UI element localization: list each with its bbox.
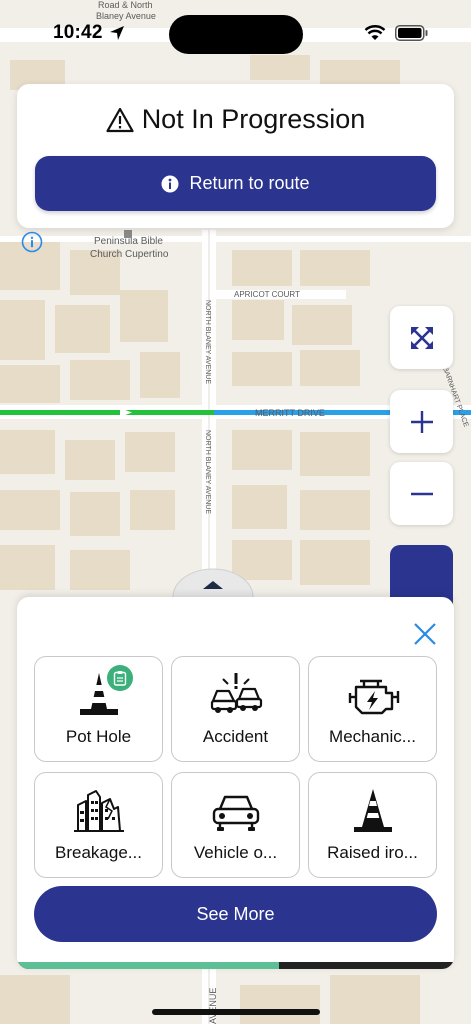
wifi-icon [364, 25, 386, 40]
tile-accident[interactable]: Accident [171, 656, 300, 762]
map-label: NORTH BLANEY AVENUE [204, 300, 211, 384]
broken-buildings-icon [73, 790, 124, 832]
banner-title-text: Not In Progression [141, 104, 366, 134]
return-to-route-label: Return to route [189, 173, 310, 193]
clock: 10:42 [53, 22, 103, 43]
engine-icon [348, 679, 399, 715]
car-icon [212, 795, 259, 831]
tile-label: Breakage... [55, 843, 142, 862]
info-circle-icon [161, 175, 179, 192]
status-bar: 10:42 [0, 0, 471, 64]
tile-label: Vehicle o... [193, 843, 278, 862]
map-label: APRICOT COURT [234, 290, 300, 299]
tile-vehicle[interactable]: Vehicle o... [171, 772, 300, 878]
report-toggle-button[interactable] [390, 545, 453, 605]
clipboard-icon [113, 671, 127, 686]
tile-label: Pot Hole [65, 727, 132, 746]
road-cone-icon [353, 789, 392, 832]
minus-icon [410, 492, 433, 495]
map-label: NORTH BLANEY AVENUE [204, 430, 211, 514]
dynamic-island [169, 15, 303, 54]
map-label: MERRITT DRIVE [255, 408, 325, 418]
home-indicator [152, 1009, 320, 1015]
incident-report-sheet: Pot Hole Accident Mechanic... Breakage..… [17, 597, 454, 969]
tile-breakage[interactable]: Breakage... [34, 772, 163, 878]
fullscreen-button[interactable] [390, 306, 453, 369]
banner-title: Not In Progression [17, 104, 454, 135]
zoom-in-button[interactable] [390, 390, 453, 453]
location-arrow-icon [110, 26, 124, 40]
battery-icon [395, 25, 428, 41]
incident-type-grid: Pot Hole Accident Mechanic... Breakage..… [34, 656, 437, 878]
tile-label: Raised iro... [327, 843, 418, 862]
clipboard-badge [107, 665, 133, 691]
tile-label: Accident [202, 727, 269, 746]
route-status-banner: Not In Progression Return to route [17, 84, 454, 228]
church-marker-icon [124, 230, 132, 238]
zoom-out-button[interactable] [390, 462, 453, 525]
see-more-button[interactable]: See More [34, 886, 437, 942]
tile-label: Mechanic... [329, 727, 416, 746]
warning-icon [106, 107, 134, 132]
return-to-route-button[interactable]: Return to route [35, 156, 436, 211]
progress-fill [17, 962, 280, 969]
expand-arrows-icon [410, 326, 433, 349]
car-crash-icon [210, 673, 262, 713]
map-label: AVENUE [208, 988, 218, 1024]
map-label: Church Cupertino [90, 249, 169, 260]
map-info-icon[interactable] [21, 231, 43, 253]
tile-pot-hole[interactable]: Pot Hole [34, 656, 163, 762]
plus-icon [410, 410, 433, 433]
tile-raised-iron[interactable]: Raised iro... [308, 772, 437, 878]
progress-bar [17, 962, 454, 969]
tile-mechanic[interactable]: Mechanic... [308, 656, 437, 762]
close-icon[interactable] [412, 621, 438, 647]
